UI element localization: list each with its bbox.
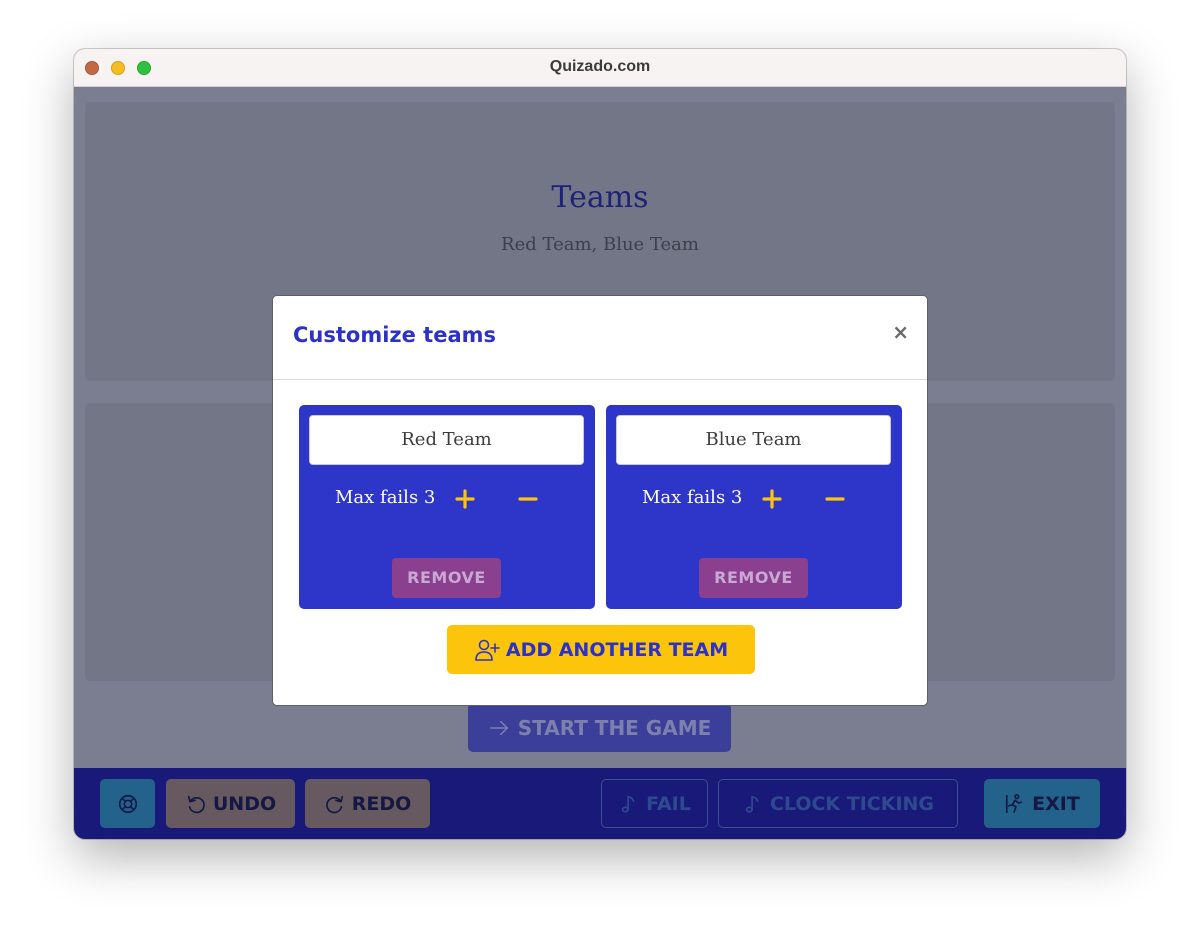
modal-close-button[interactable]: ×	[892, 320, 909, 344]
running-person-icon	[1006, 793, 1023, 813]
undo-button[interactable]: UNDO	[166, 779, 295, 828]
plus-icon[interactable]	[453, 487, 477, 511]
arrow-right-icon	[489, 720, 508, 735]
max-fails-label: Max fails 3	[335, 487, 436, 508]
clock-ticking-button[interactable]: CLOCK TICKING	[718, 779, 958, 828]
add-user-icon	[475, 639, 500, 661]
remove-team-button[interactable]: REMOVE	[392, 558, 501, 598]
customize-teams-modal: Customize teams × Red Team Max fails 3 R…	[272, 295, 928, 706]
plus-icon[interactable]	[760, 487, 784, 511]
add-another-team-button[interactable]: ADD ANOTHER TEAM	[447, 625, 755, 674]
minus-icon[interactable]	[823, 487, 847, 511]
team-card-red: Red Team Max fails 3 REMOVE	[299, 405, 595, 609]
fail-label: FAIL	[646, 792, 691, 815]
teams-list-text: Red Team, Blue Team	[501, 234, 699, 255]
max-fails-label: Max fails 3	[642, 487, 743, 508]
team-name-input[interactable]: Blue Team	[616, 415, 891, 465]
music-note-icon	[621, 795, 635, 813]
window-title: Quizado.com	[549, 58, 651, 75]
bottom-toolbar: UNDO REDO FAIL CLOCK TICKING EXIT	[74, 768, 1126, 839]
team-name-input[interactable]: Red Team	[309, 415, 584, 465]
help-button[interactable]	[100, 779, 155, 828]
fail-sound-button[interactable]: FAIL	[601, 779, 708, 828]
start-game-button[interactable]: START THE GAME	[468, 703, 731, 752]
redo-label: REDO	[351, 792, 412, 815]
undo-arrow-icon	[187, 795, 205, 813]
teams-heading: Teams	[551, 180, 649, 215]
modal-header: Customize teams ×	[273, 296, 927, 380]
team-card-blue: Blue Team Max fails 3 REMOVE	[606, 405, 902, 609]
remove-team-button[interactable]: REMOVE	[699, 558, 808, 598]
redo-arrow-icon	[325, 795, 343, 813]
modal-title: Customize teams	[293, 323, 497, 347]
start-game-label: START THE GAME	[517, 715, 712, 740]
add-another-team-label: ADD ANOTHER TEAM	[505, 638, 729, 661]
minus-icon[interactable]	[516, 487, 540, 511]
app-window: Quizado.com Teams Red Team, Blue Team ST…	[74, 49, 1126, 839]
music-note-icon	[745, 795, 759, 813]
exit-label: EXIT	[1032, 792, 1080, 815]
redo-button[interactable]: REDO	[305, 779, 430, 828]
app-content: Teams Red Team, Blue Team START THE GAME	[74, 87, 1126, 839]
exit-button[interactable]: EXIT	[984, 779, 1100, 828]
title-bar: Quizado.com	[74, 49, 1126, 87]
lifebuoy-icon	[118, 794, 137, 813]
undo-label: UNDO	[212, 792, 277, 815]
clock-ticking-label: CLOCK TICKING	[769, 792, 935, 815]
